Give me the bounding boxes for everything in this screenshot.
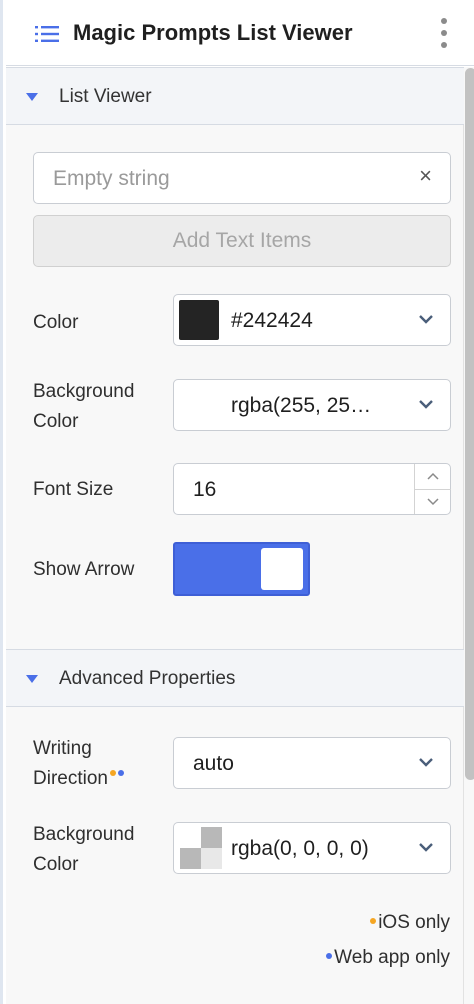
background-color-label-line2: Color [33, 411, 79, 432]
panel-header: Magic Prompts List Viewer [6, 0, 474, 66]
color-label: Color [33, 312, 79, 333]
font-size-input[interactable]: 16 [173, 463, 451, 515]
ios-only-legend: iOS only [370, 912, 450, 934]
panel-content: List Viewer Empty string × Add Text Item… [6, 67, 474, 1004]
list-icon [35, 26, 59, 42]
color-picker[interactable]: #242424 [173, 294, 451, 346]
chevron-down-icon [419, 400, 433, 409]
chevron-down-icon [419, 758, 433, 767]
show-arrow-label: Show Arrow [33, 559, 135, 580]
adv-background-color-value: rgba(0, 0, 0, 0) [231, 837, 369, 860]
caret-down-icon [26, 675, 38, 683]
font-size-stepper[interactable] [414, 464, 451, 514]
section-label: List Viewer [59, 86, 152, 107]
background-color-value: rgba(255, 25… [231, 394, 372, 417]
web-only-legend: Web app only [326, 947, 450, 969]
writing-direction-label-line2: Direction [33, 764, 124, 794]
show-arrow-toggle[interactable] [173, 542, 310, 596]
text-item-input[interactable]: Empty string × [33, 152, 451, 204]
toggle-knob [261, 548, 303, 590]
chevron-down-icon[interactable] [427, 497, 439, 506]
writing-direction-label-line1: Writing [33, 738, 92, 759]
scrollbar-thumb[interactable] [465, 68, 474, 780]
add-text-items-button[interactable]: Add Text Items [33, 215, 451, 267]
background-color-picker[interactable]: rgba(255, 25… [173, 379, 451, 431]
adv-background-color-picker[interactable]: rgba(0, 0, 0, 0) [173, 822, 451, 874]
writing-direction-select[interactable]: auto [173, 737, 451, 789]
transparent-swatch-icon [180, 827, 222, 869]
color-value: #242424 [231, 309, 313, 332]
section-label: Advanced Properties [59, 668, 236, 689]
ios-only-dot [370, 918, 377, 924]
ios-only-dot [109, 770, 116, 776]
section-header-list-viewer[interactable]: List Viewer [6, 67, 464, 125]
caret-down-icon [26, 93, 38, 101]
section-header-advanced[interactable]: Advanced Properties [6, 649, 464, 707]
web-only-dot [326, 953, 333, 959]
font-size-value: 16 [193, 478, 217, 501]
background-color-label-line1: Background [33, 381, 135, 402]
scroll-track [463, 67, 464, 1004]
chevron-down-icon [419, 315, 433, 324]
color-swatch [179, 300, 219, 340]
kebab-menu-icon[interactable] [438, 18, 450, 50]
clear-icon[interactable]: × [419, 163, 432, 189]
text-item-placeholder: Empty string [53, 167, 170, 190]
web-only-dot [117, 770, 124, 776]
adv-background-color-label-line2: Color [33, 854, 79, 875]
font-size-label: Font Size [33, 479, 114, 500]
chevron-up-icon[interactable] [427, 472, 439, 481]
chevron-down-icon [419, 843, 433, 852]
properties-panel: Magic Prompts List Viewer List Viewer Em… [0, 0, 474, 1004]
panel-title: Magic Prompts List Viewer [73, 20, 353, 45]
adv-background-color-label-line1: Background [33, 824, 135, 845]
writing-direction-value: auto [193, 752, 234, 775]
